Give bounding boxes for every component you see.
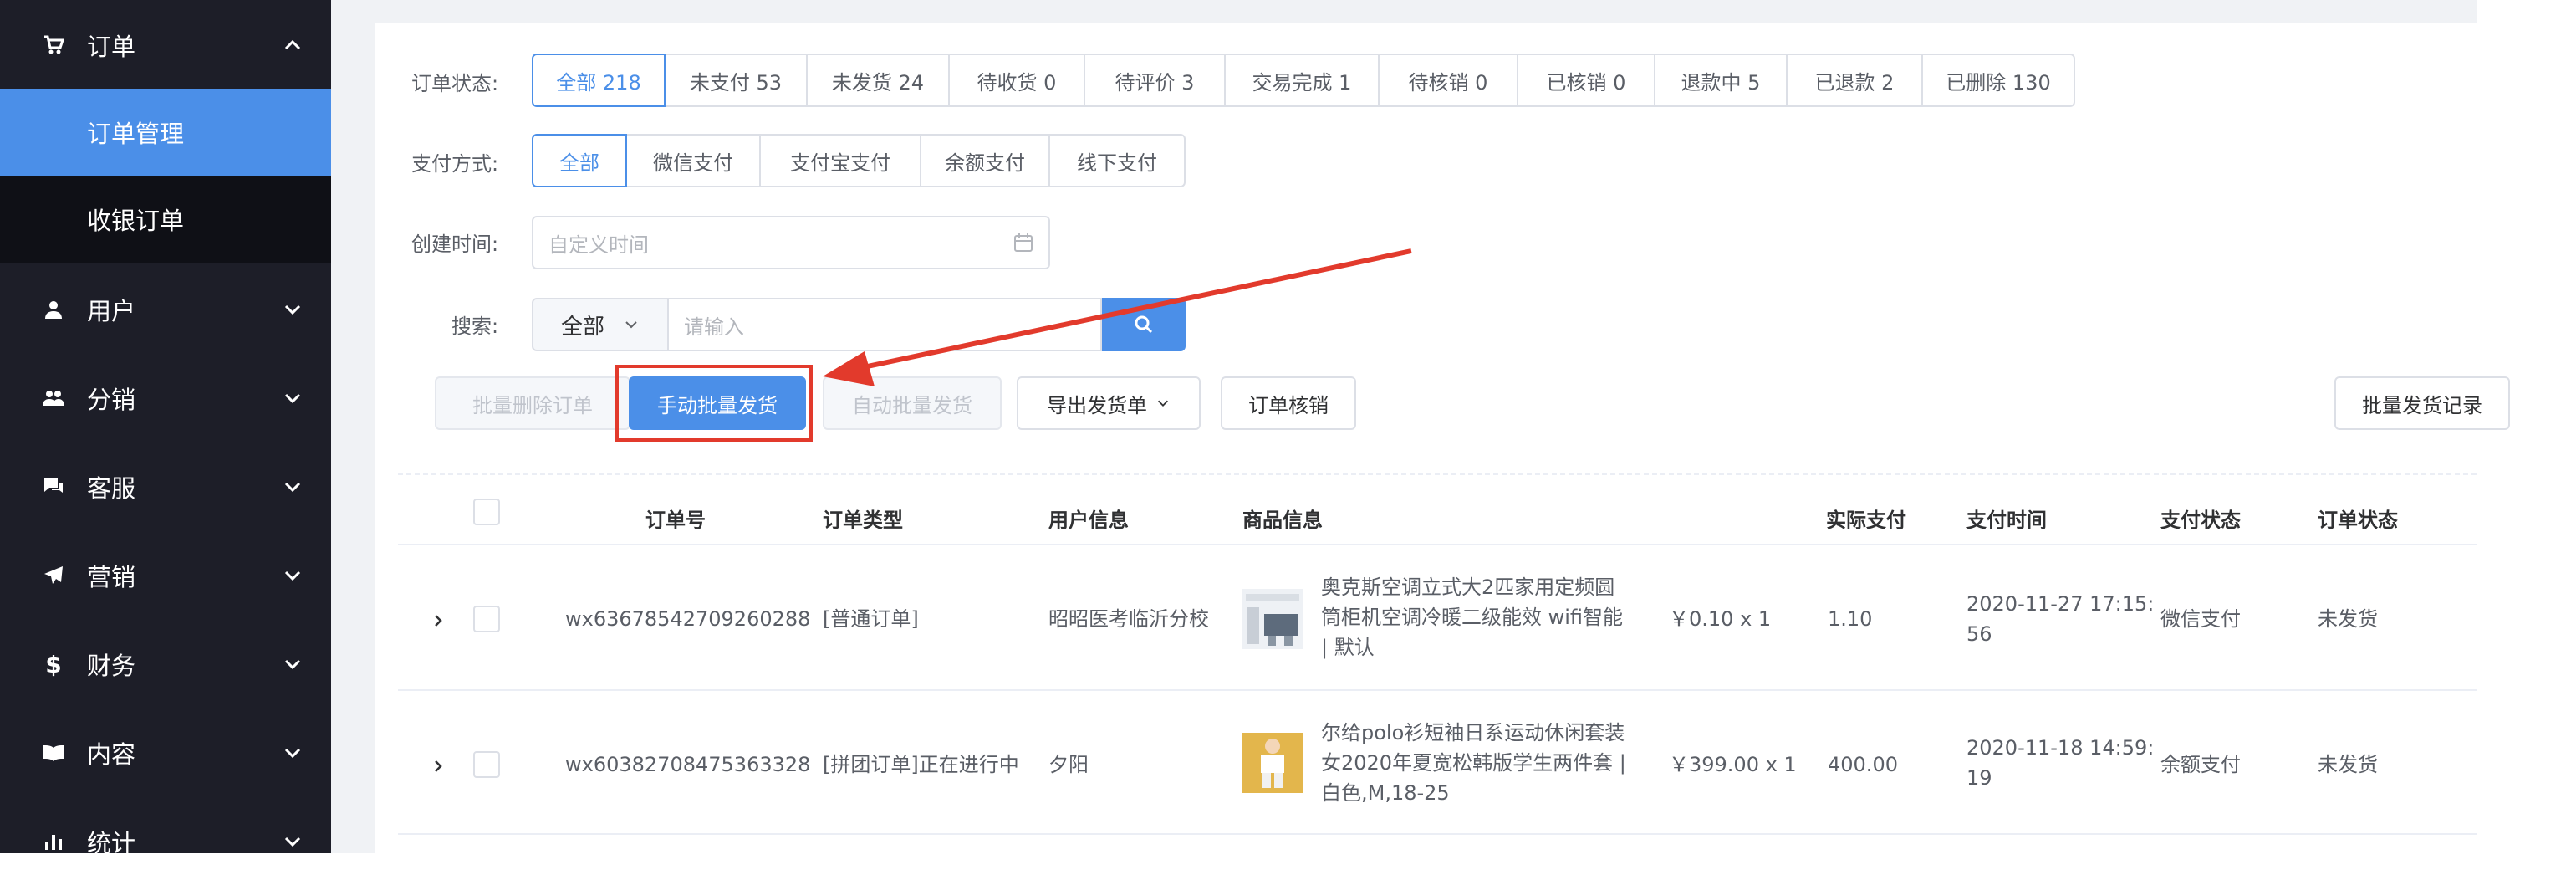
- order-type: [拼团订单]正在进行中: [823, 753, 1019, 776]
- row-divider: [398, 689, 2477, 691]
- paid-amount: 1.10: [1828, 607, 1873, 631]
- pay-status: 余额支付: [2160, 753, 2241, 776]
- pay-time: 2020-11-18 14:59: 19: [1966, 736, 2155, 790]
- order-status: 未发货: [2318, 753, 2378, 776]
- pay-status: 微信支付: [2160, 607, 2241, 631]
- product-title: 奥克斯空调立式大2匹家用定频圆 筒柜机空调冷暖二级能效 wifi智能 | 默认: [1321, 576, 1624, 659]
- user-info: 昭昭医考临沂分校: [1048, 607, 1209, 631]
- pay-time: 2020-11-27 17:15: 56: [1966, 592, 2155, 646]
- price-quantity: ￥399.00 x 1: [1669, 753, 1797, 776]
- th-order-type: 订单类型: [823, 509, 903, 532]
- product-thumbnail: [1242, 589, 1303, 649]
- status-all[interactable]: 全部 218: [532, 54, 666, 107]
- order-status: 未发货: [2318, 607, 2378, 631]
- expand-row-icon[interactable]: [430, 612, 446, 629]
- product-thumbnail: [1242, 733, 1303, 793]
- th-paid: 实际支付: [1826, 509, 1906, 532]
- th-pay-time: 支付时间: [1966, 509, 2047, 532]
- expand-row-icon[interactable]: [430, 758, 446, 775]
- order-number: wx63678542709260288: [565, 607, 811, 631]
- th-product-info: 商品信息: [1242, 509, 1323, 532]
- price-quantity: ￥0.10 x 1: [1669, 607, 1772, 631]
- annotation-arrow: [823, 248, 1412, 386]
- row-checkbox[interactable]: [473, 606, 500, 632]
- product-title: 尔给polo衫短袖日系运动休闲套装 女2020年夏宽松韩版学生两件套 | 白色,…: [1321, 721, 1626, 805]
- th-user-info: 用户信息: [1048, 509, 1129, 532]
- paid-amount: 400.00: [1828, 753, 1898, 776]
- pay-all[interactable]: 全部: [532, 134, 627, 187]
- row-divider: [398, 833, 2477, 835]
- row-checkbox[interactable]: [473, 751, 500, 778]
- user-info: 夕阳: [1048, 753, 1089, 776]
- order-number: wx60382708475363328: [565, 753, 811, 776]
- order-type: [普通订单]: [823, 607, 919, 631]
- select-all-checkbox[interactable]: [473, 499, 500, 525]
- th-order-no: 订单号: [645, 509, 706, 532]
- th-order-status: 订单状态: [2318, 509, 2398, 532]
- th-pay-status: 支付状态: [2160, 509, 2241, 532]
